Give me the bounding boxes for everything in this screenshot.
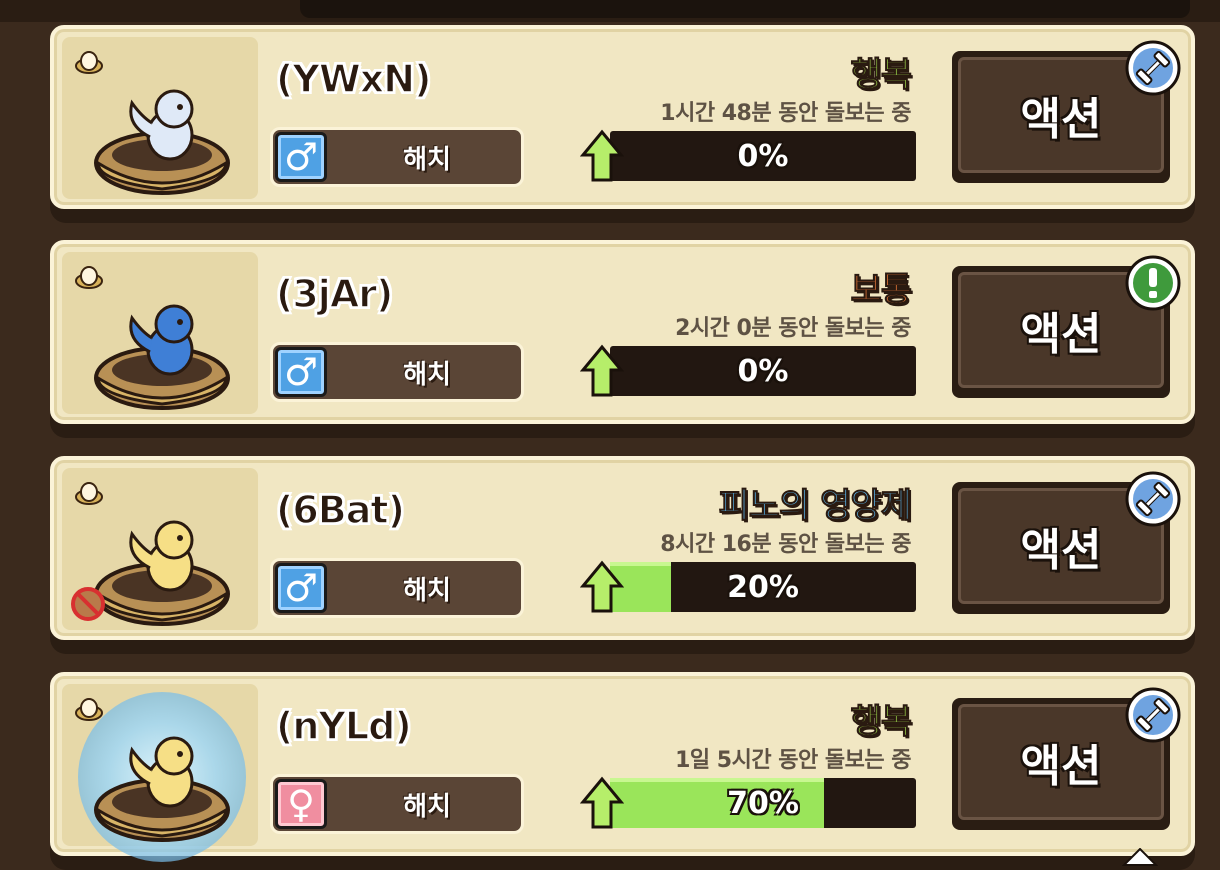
hatch-label: 해치 bbox=[403, 575, 451, 606]
egg-icon bbox=[75, 51, 103, 74]
pet-in-nest bbox=[92, 77, 232, 197]
growth-progress-bar: 20% bbox=[580, 560, 916, 613]
top-frame-inner bbox=[300, 0, 1190, 18]
mood-status: 보통 bbox=[850, 270, 913, 311]
hatch-button[interactable]: ♂ 해치 bbox=[270, 342, 524, 402]
pet-card[interactable]: (3jAr) ♂ 해치 보통 2시간 0분 동안 돌보는 중 0% 액션 bbox=[50, 240, 1195, 438]
hatch-label: 해치 bbox=[403, 791, 451, 822]
pet-name: (nYLd) bbox=[275, 703, 412, 749]
pet-name: (6Bat) bbox=[275, 487, 405, 533]
pet-in-nest bbox=[92, 508, 232, 628]
pet-in-nest bbox=[92, 292, 232, 412]
exclamation-icon[interactable] bbox=[1124, 254, 1182, 312]
pet-name: (YWxN) bbox=[275, 56, 432, 102]
hatch-label: 해치 bbox=[403, 359, 451, 390]
care-duration-text: 1시간 48분 동안 돌보는 중 bbox=[660, 101, 911, 126]
care-duration-text: 2시간 0분 동안 돌보는 중 bbox=[675, 316, 911, 341]
egg-icon bbox=[75, 698, 103, 721]
female-icon: ♀ bbox=[275, 779, 327, 829]
progress-percent: 20% bbox=[727, 569, 799, 605]
growth-progress-bar: 70% bbox=[580, 776, 916, 829]
pet-name: (3jAr) bbox=[275, 271, 394, 317]
male-icon: ♂ bbox=[275, 347, 327, 397]
male-icon: ♂ bbox=[275, 563, 327, 613]
top-frame bbox=[0, 0, 1220, 22]
care-duration-text: 1일 5시간 동안 돌보는 중 bbox=[675, 748, 911, 773]
dumbbell-icon[interactable] bbox=[1124, 686, 1182, 744]
pet-card[interactable]: (nYLd) ♀ 해치 행복 1일 5시간 동안 돌보는 중 70% 액션 bbox=[50, 672, 1195, 870]
mood-status: 피노의 영양제 bbox=[718, 486, 913, 527]
hatch-button[interactable]: ♂ 해치 bbox=[270, 127, 524, 187]
care-duration-text: 8시간 16분 동안 돌보는 중 bbox=[660, 532, 911, 557]
pet-in-nest bbox=[78, 692, 246, 862]
scroll-down-indicator-icon[interactable] bbox=[1122, 848, 1158, 866]
male-icon: ♂ bbox=[275, 132, 327, 182]
pet-card-face: (YWxN) ♂ 해치 행복 1시간 48분 동안 돌보는 중 0% 액션 bbox=[50, 25, 1195, 209]
mood-status: 행복 bbox=[850, 55, 913, 96]
growth-progress-bar: 0% bbox=[580, 344, 916, 397]
pet-card-face: (6Bat) ♂ 해치 피노의 영양제 8시간 16분 동안 돌보는 중 20% 액션 bbox=[50, 456, 1195, 640]
growth-progress-bar: 0% bbox=[580, 129, 916, 182]
pet-card-face: (3jAr) ♂ 해치 보통 2시간 0분 동안 돌보는 중 0% 액션 bbox=[50, 240, 1195, 424]
hatch-button[interactable]: ♂ 해치 bbox=[270, 558, 524, 618]
pet-card[interactable]: (YWxN) ♂ 해치 행복 1시간 48분 동안 돌보는 중 0% 액션 bbox=[50, 25, 1195, 223]
no-feed-icon bbox=[71, 587, 105, 621]
progress-percent: 0% bbox=[737, 138, 789, 174]
progress-percent: 0% bbox=[737, 353, 789, 389]
egg-icon bbox=[75, 266, 103, 289]
hatch-button[interactable]: ♀ 해치 bbox=[270, 774, 524, 834]
dumbbell-icon[interactable] bbox=[1124, 470, 1182, 528]
hatch-label: 해치 bbox=[403, 144, 451, 175]
pet-card-face: (nYLd) ♀ 해치 행복 1일 5시간 동안 돌보는 중 70% 액션 bbox=[50, 672, 1195, 862]
pet-card[interactable]: (6Bat) ♂ 해치 피노의 영양제 8시간 16분 동안 돌보는 중 20% 액션 bbox=[50, 456, 1195, 654]
progress-percent: 70% bbox=[727, 785, 799, 821]
mood-status: 행복 bbox=[850, 702, 913, 743]
dumbbell-icon[interactable] bbox=[1124, 39, 1182, 97]
egg-icon bbox=[75, 482, 103, 505]
